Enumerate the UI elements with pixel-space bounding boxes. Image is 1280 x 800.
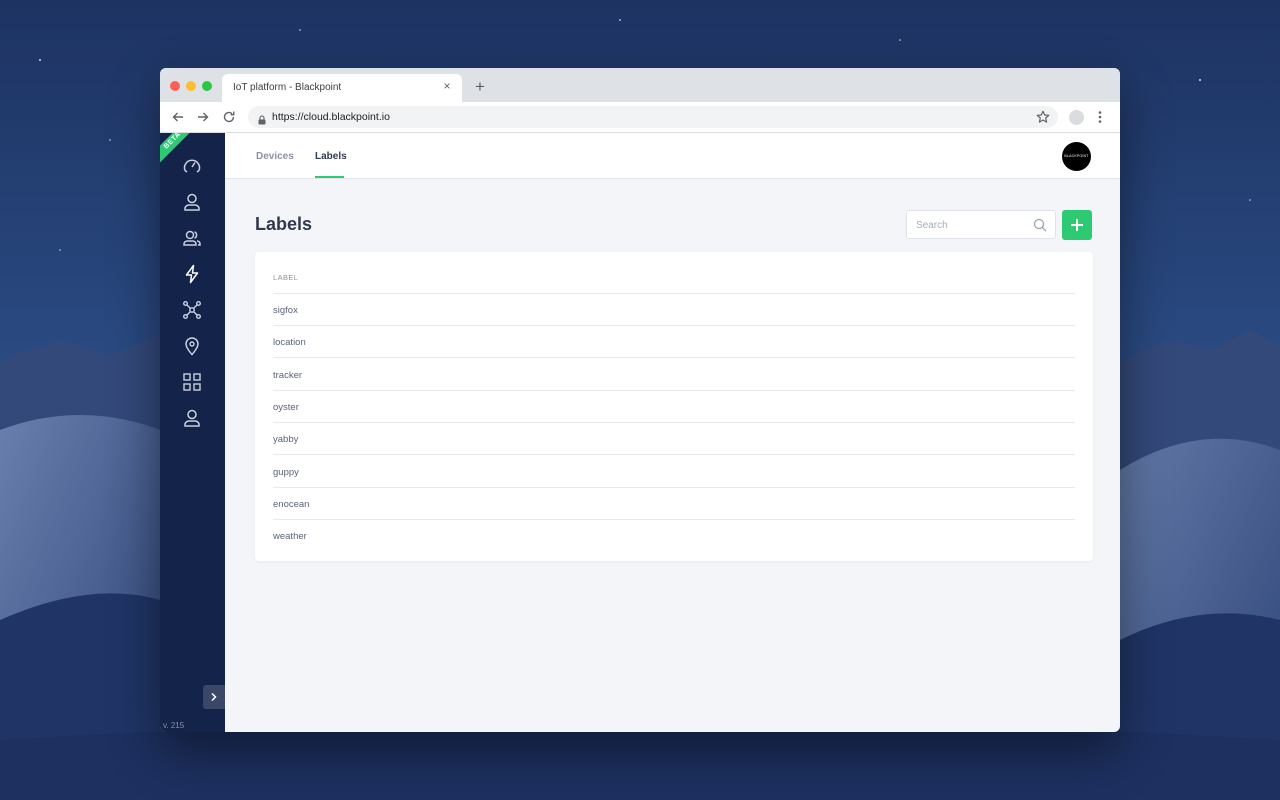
account-icon[interactable] bbox=[182, 408, 202, 428]
grid-icon[interactable] bbox=[182, 372, 202, 392]
new-tab-button[interactable]: + bbox=[472, 78, 488, 96]
reload-icon[interactable] bbox=[222, 110, 236, 124]
browser-tab-title: IoT platform - Blackpoint bbox=[233, 82, 342, 93]
address-bar[interactable]: https://cloud.blackpoint.io bbox=[248, 106, 1058, 128]
search-box bbox=[906, 210, 1056, 239]
row-label: enocean bbox=[273, 499, 310, 510]
table-row[interactable]: location bbox=[273, 326, 1075, 358]
back-arrow-icon[interactable] bbox=[171, 110, 185, 124]
row-label: weather bbox=[273, 531, 307, 542]
page-title: Labels bbox=[255, 214, 313, 234]
active-tab-indicator bbox=[315, 176, 344, 178]
table-row[interactable]: tracker bbox=[273, 359, 1075, 391]
sidebar-expand-button[interactable] bbox=[203, 685, 225, 709]
tab-devices[interactable]: Devices bbox=[256, 151, 294, 162]
table-row[interactable]: enocean bbox=[273, 488, 1075, 520]
lightning-icon[interactable] bbox=[182, 264, 202, 284]
row-label: tracker bbox=[273, 370, 303, 381]
maximize-window-button[interactable] bbox=[202, 81, 212, 91]
browser-menu-icon[interactable] bbox=[1098, 110, 1102, 129]
labels-table-card: LABEL sigfox location tracker oyster yab… bbox=[255, 252, 1093, 561]
table-row[interactable]: yabby bbox=[273, 423, 1075, 455]
forward-arrow-icon[interactable] bbox=[196, 110, 210, 124]
close-window-button[interactable] bbox=[170, 81, 180, 91]
avatar[interactable]: BLACKPOINT bbox=[1062, 142, 1091, 171]
table-row[interactable]: guppy bbox=[273, 456, 1075, 488]
network-icon[interactable] bbox=[182, 300, 202, 320]
row-label: guppy bbox=[273, 467, 299, 478]
search-input[interactable] bbox=[916, 218, 1031, 232]
search-icon[interactable] bbox=[1033, 218, 1047, 237]
column-header-label: LABEL bbox=[273, 273, 299, 282]
app-sidebar: BETA v. 215 bbox=[160, 133, 225, 732]
dashboard-icon[interactable] bbox=[182, 156, 202, 176]
browser-toolbar: https://cloud.blackpoint.io bbox=[160, 102, 1120, 133]
table-row[interactable]: weather bbox=[273, 520, 1075, 552]
top-navigation: Devices Labels BLACKPOINT bbox=[225, 133, 1120, 179]
row-label: sigfox bbox=[273, 305, 298, 316]
browser-window: IoT platform - Blackpoint × + https://cl… bbox=[160, 68, 1120, 732]
location-pin-icon[interactable] bbox=[182, 336, 202, 356]
bookmark-star-icon[interactable] bbox=[1036, 110, 1050, 129]
table-row[interactable]: oyster bbox=[273, 391, 1075, 423]
minimize-window-button[interactable] bbox=[186, 81, 196, 91]
browser-tabstrip: IoT platform - Blackpoint × + bbox=[160, 68, 1120, 102]
url-text: https://cloud.blackpoint.io bbox=[272, 111, 390, 123]
chevron-right-icon bbox=[211, 692, 217, 702]
tab-labels[interactable]: Labels bbox=[315, 151, 347, 162]
row-label: yabby bbox=[273, 434, 299, 445]
app-version: v. 215 bbox=[163, 721, 185, 730]
user-icon[interactable] bbox=[182, 192, 202, 212]
row-label: location bbox=[273, 337, 306, 348]
table-row[interactable]: sigfox bbox=[273, 294, 1075, 326]
plus-icon bbox=[1071, 219, 1083, 231]
lock-icon bbox=[258, 112, 266, 130]
tab-close-icon[interactable]: × bbox=[441, 80, 453, 92]
browser-tab[interactable]: IoT platform - Blackpoint × bbox=[222, 74, 462, 102]
row-label: oyster bbox=[273, 402, 299, 413]
users-icon[interactable] bbox=[182, 228, 202, 248]
add-label-button[interactable] bbox=[1062, 210, 1092, 240]
profile-avatar-icon[interactable] bbox=[1069, 110, 1084, 125]
